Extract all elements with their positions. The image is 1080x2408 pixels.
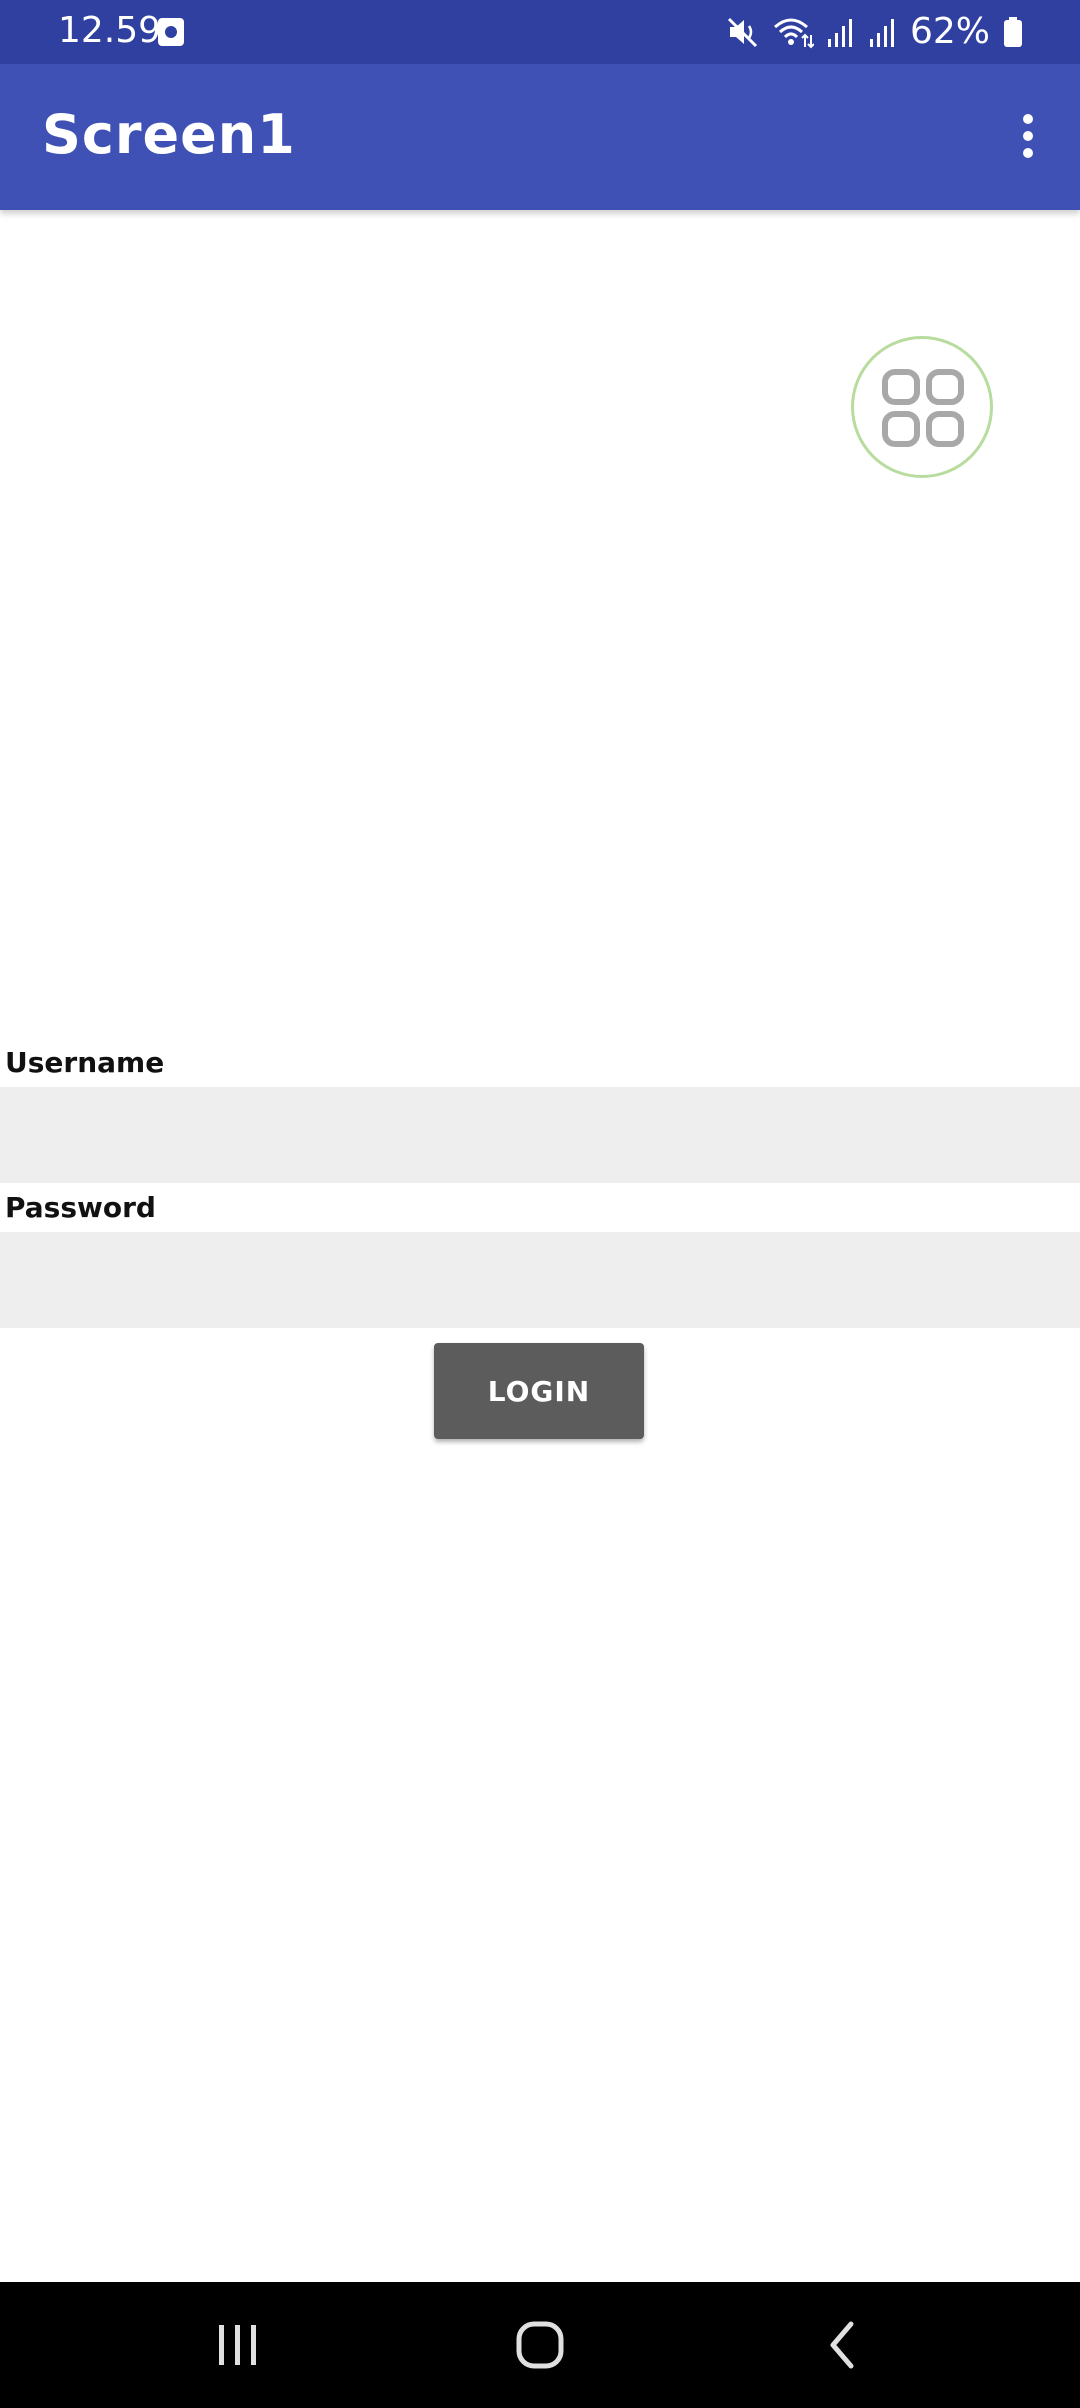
more-vert-icon[interactable] [1006, 106, 1050, 166]
page-title: Screen1 [42, 103, 296, 166]
password-field[interactable] [0, 1232, 1080, 1328]
notification-icon [158, 18, 184, 46]
password-label: Password [5, 1191, 156, 1224]
status-time: 12.59 [58, 10, 162, 51]
home-icon [516, 2321, 564, 2369]
recents-button[interactable] [148, 2282, 328, 2408]
status-bar: 12.59 62% [0, 0, 1080, 64]
grid-menu-button[interactable] [851, 336, 993, 478]
back-icon [830, 2321, 854, 2369]
login-button[interactable]: LOGIN [434, 1343, 644, 1439]
wifi-icon [772, 15, 814, 49]
battery-icon [1002, 15, 1024, 49]
recents-icon [219, 2325, 256, 2365]
signal-icon-2 [868, 15, 898, 49]
signal-icon [826, 15, 856, 49]
app-bar: Screen1 [0, 64, 1080, 210]
grid-icon [882, 369, 964, 447]
mute-icon [726, 15, 760, 49]
status-icons: 62% [726, 10, 1024, 54]
username-label: Username [5, 1046, 165, 1079]
back-button[interactable] [752, 2282, 932, 2408]
navigation-bar [0, 2282, 1080, 2408]
home-button[interactable] [450, 2282, 630, 2408]
battery-percent: 62% [909, 11, 990, 52]
username-field[interactable] [0, 1087, 1080, 1183]
